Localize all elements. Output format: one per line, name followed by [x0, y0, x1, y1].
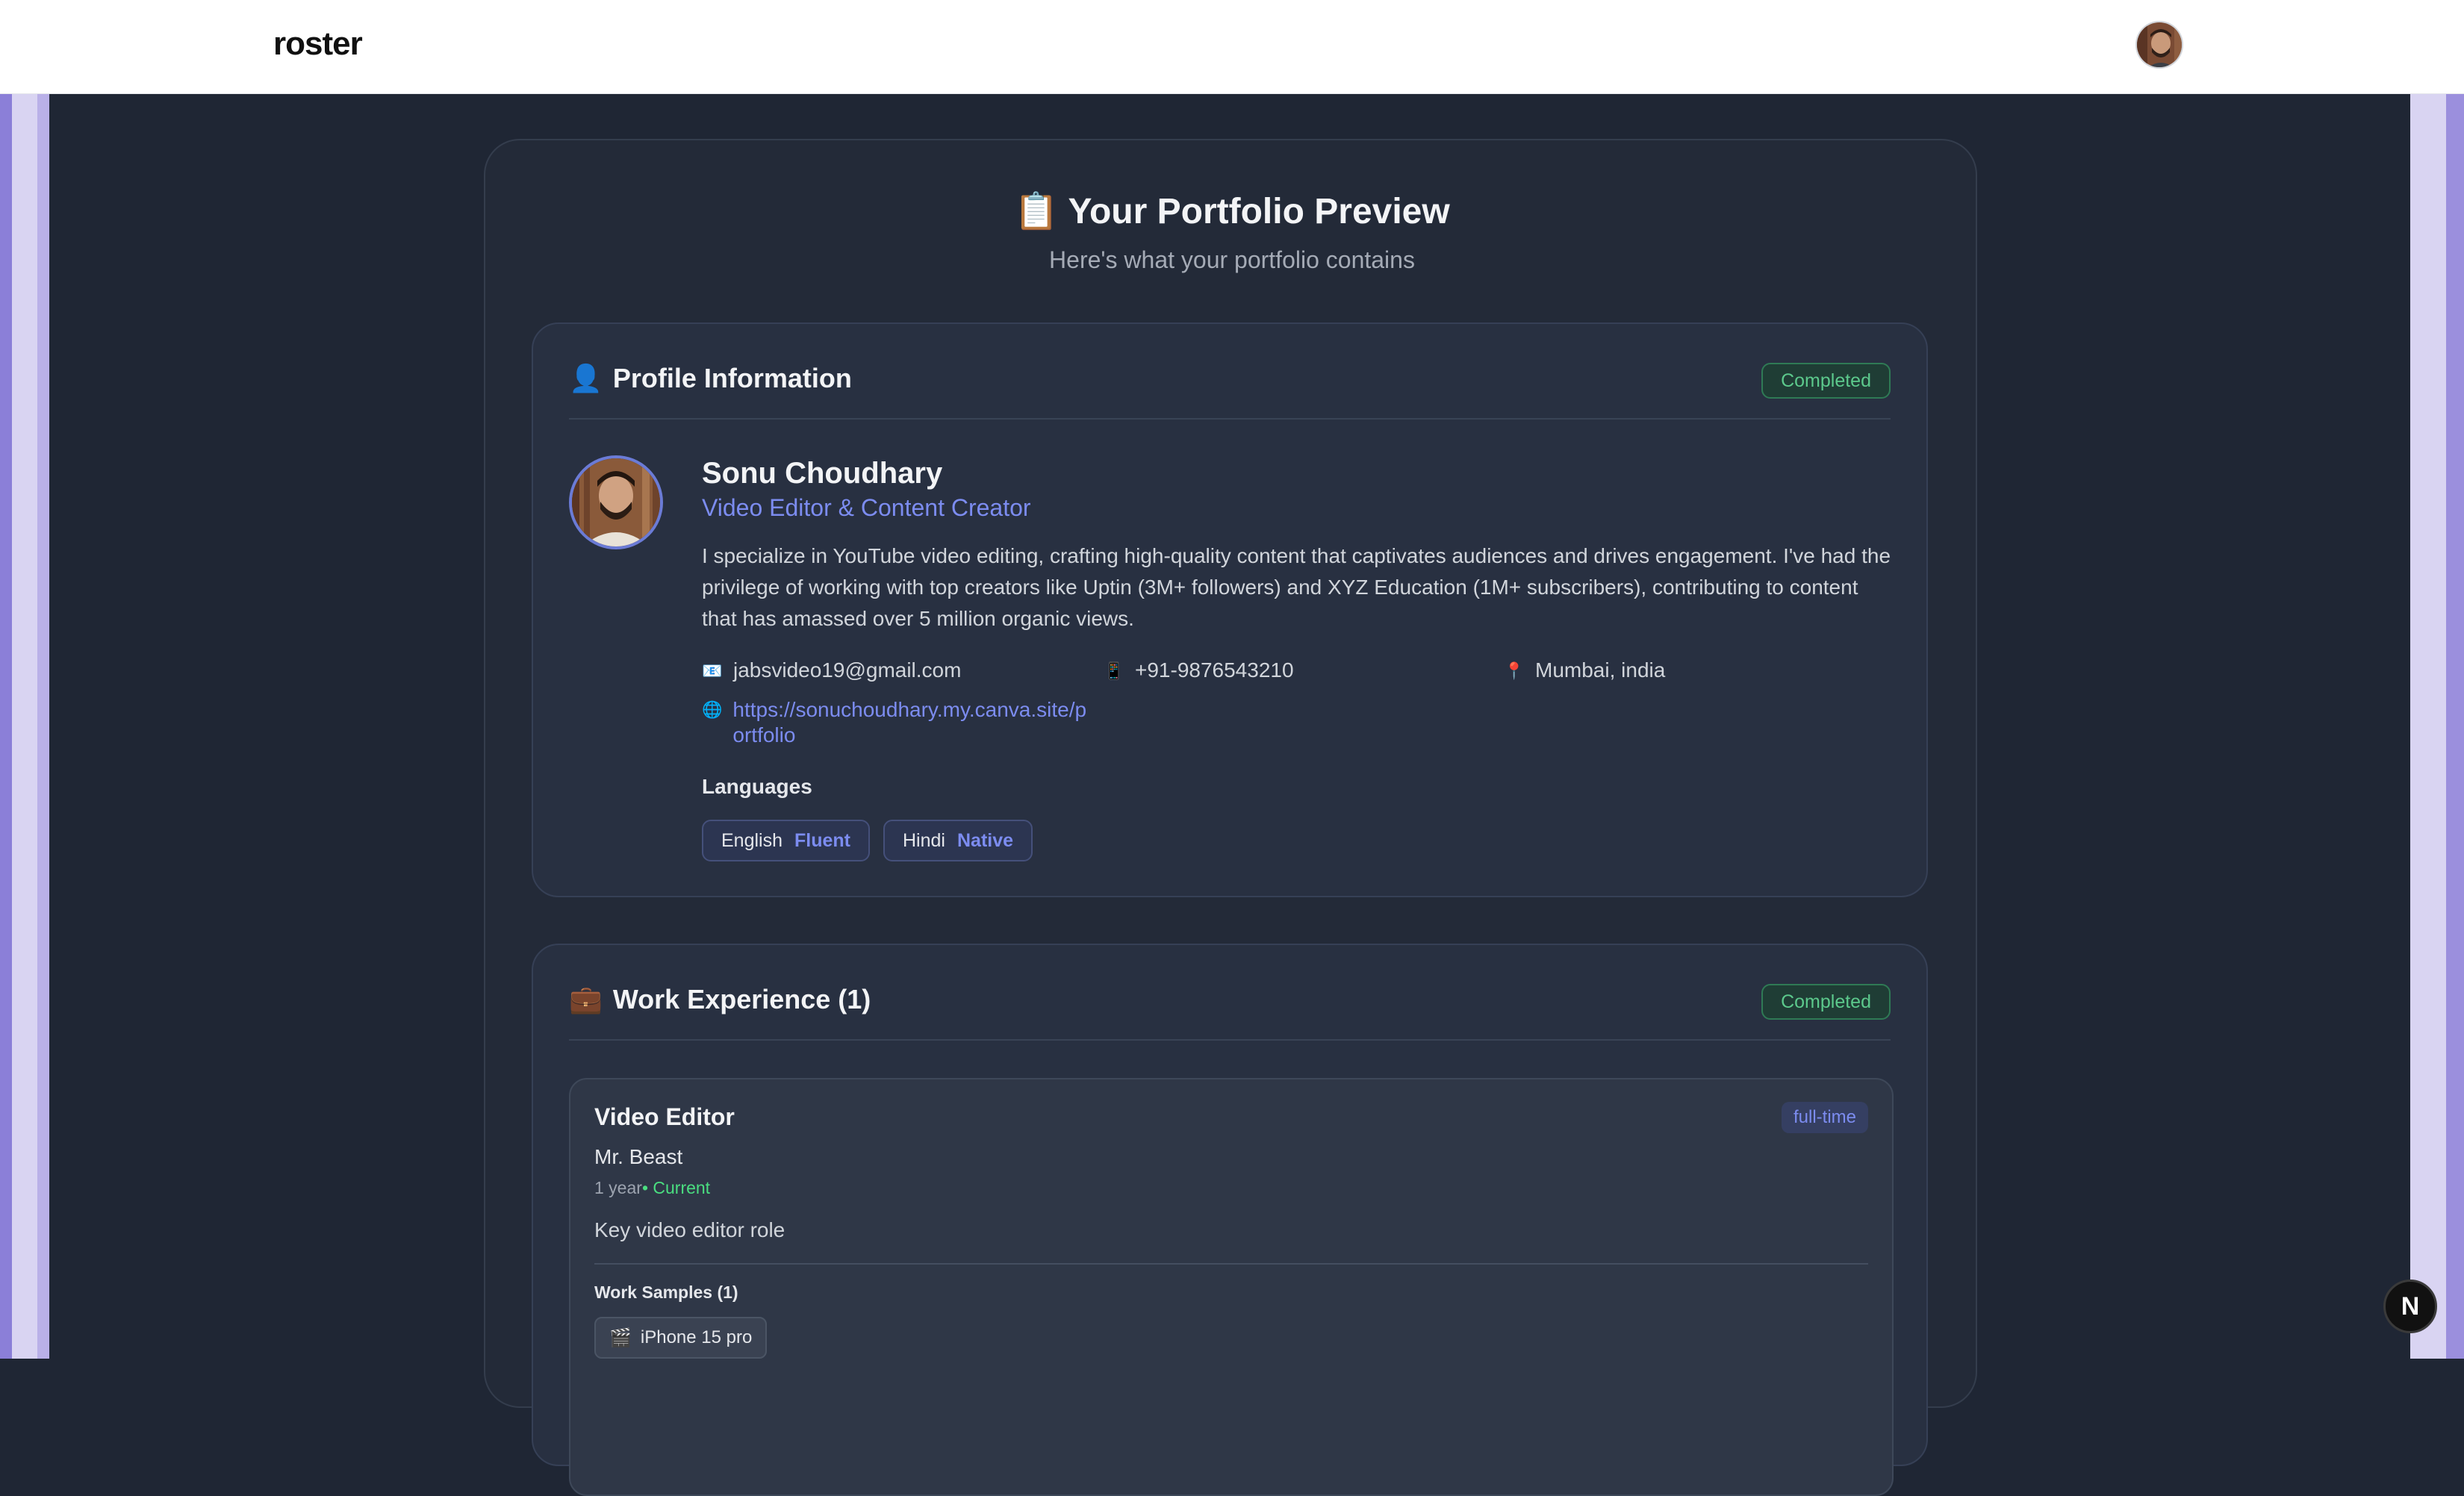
language-name: English [721, 829, 783, 851]
profile-avatar [569, 455, 663, 549]
languages-list: English Fluent Hindi Native [702, 820, 1033, 861]
section-header: 💼 Work Experience (1) Completed [569, 945, 1891, 1041]
language-level: Native [956, 829, 1014, 851]
profile-bio: I specialize in YouTube video editing, c… [702, 544, 1891, 630]
contact-phone: 📱 +91-9876543210 [1104, 658, 1294, 684]
language-level: Fluent [794, 829, 850, 851]
section-title-text: Profile Information [612, 363, 852, 393]
user-icon: 👤 [569, 363, 603, 393]
job-duration: 1 year• Current [594, 1178, 710, 1198]
status-badge: Completed [1761, 363, 1891, 399]
page-title: 📋 Your Portfolio Preview [0, 190, 2464, 232]
section-title-text: Work Experience (1) [612, 984, 871, 1015]
language-chip: English Fluent [702, 820, 870, 861]
briefcase-icon: 💼 [569, 984, 603, 1015]
profile-role: Video Editor & Content Creator [702, 494, 1031, 521]
section-title: 👤 Profile Information [569, 363, 852, 394]
duration-value: 1 year [594, 1178, 642, 1197]
divider [594, 1263, 1868, 1265]
phone-icon: 📱 [1104, 661, 1124, 680]
current-indicator: • Current [641, 1178, 711, 1197]
section-title: 💼 Work Experience (1) [569, 984, 871, 1015]
status-badge: Completed [1761, 984, 1891, 1020]
language-chip: Hindi Native [883, 820, 1033, 861]
avatar-image [2137, 22, 2182, 67]
work-sample-item[interactable]: 🎬 iPhone 15 pro [594, 1317, 768, 1359]
work-experience-section: 💼 Work Experience (1) Completed Video Ed… [532, 944, 1928, 1496]
employment-type-badge: full-time [1781, 1102, 1868, 1133]
left-decorative-strip [0, 94, 49, 1359]
language-name: Hindi [903, 829, 945, 851]
globe-icon: 🌐 [702, 700, 723, 719]
email-value: jabsvideo19@gmail.com [733, 658, 962, 682]
location-pin-icon: 📍 [1504, 661, 1525, 680]
section-header: 👤 Profile Information Completed [569, 324, 1891, 420]
website-link[interactable]: https://sonuchoudhary.my.canva.site/port… [732, 697, 1098, 748]
dev-tools-badge[interactable]: N [2383, 1280, 2437, 1333]
contact-location: 📍 Mumbai, india [1504, 658, 1665, 684]
contact-email: 📧 jabsvideo19@gmail.com [702, 658, 961, 684]
right-decorative-strip [2410, 94, 2464, 1359]
job-title: Video Editor [594, 1103, 735, 1130]
top-navbar: roster [0, 0, 2464, 94]
contact-website: 🌐 https://sonuchoudhary.my.canva.site/po… [702, 697, 1098, 748]
profile-information-section: 👤 Profile Information Completed Sonu Cho… [532, 322, 1928, 897]
clapperboard-icon: 🎬 [609, 1327, 632, 1348]
profile-name: Sonu Choudhary [702, 457, 943, 490]
job-description: Key video editor role [594, 1218, 785, 1241]
user-avatar[interactable] [2135, 21, 2183, 69]
work-samples-heading: Work Samples (1) [594, 1282, 738, 1302]
page-title-text: Your Portfolio Preview [1068, 192, 1450, 231]
profile-photo [572, 458, 660, 546]
job-company: Mr. Beast [594, 1145, 683, 1168]
email-icon: 📧 [702, 661, 723, 680]
job-card: Video Editor full-time Mr. Beast 1 year•… [569, 1078, 1894, 1496]
phone-value: +91-9876543210 [1135, 658, 1294, 682]
brand-logo[interactable]: roster [273, 25, 363, 63]
clipboard-icon: 📋 [1014, 192, 1060, 231]
work-sample-label: iPhone 15 pro [640, 1327, 753, 1347]
languages-heading: Languages [702, 775, 812, 798]
location-value: Mumbai, india [1535, 658, 1666, 682]
page-subtitle: Here's what your portfolio contains [1049, 246, 1415, 273]
